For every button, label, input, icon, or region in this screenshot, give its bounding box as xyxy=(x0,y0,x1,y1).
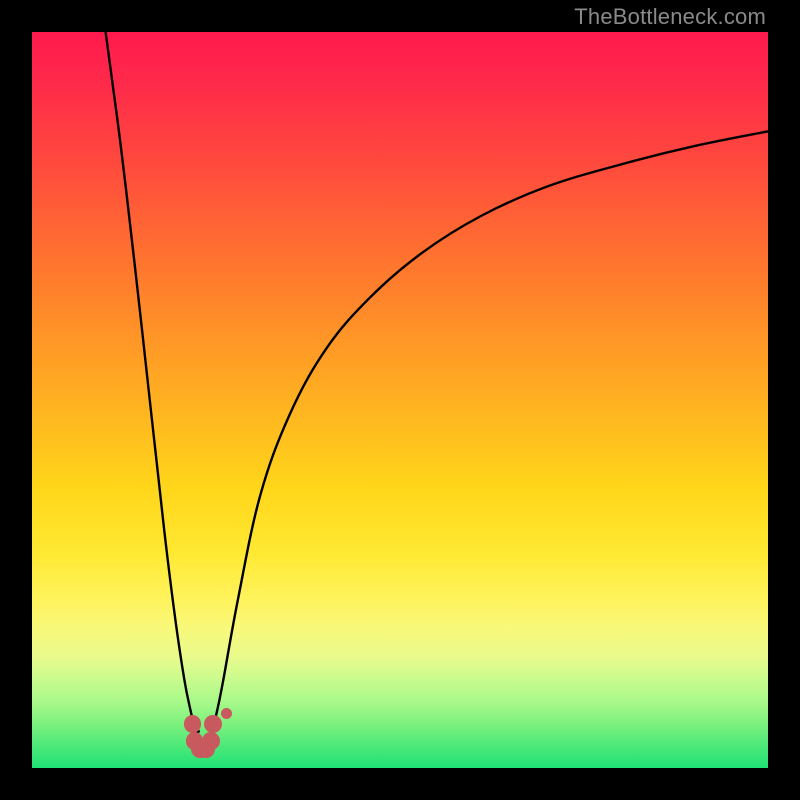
bottleneck-marker xyxy=(184,715,202,733)
bottleneck-marker xyxy=(221,708,232,719)
bottleneck-marker xyxy=(204,715,222,733)
chart-curves-svg xyxy=(32,32,768,768)
chart-plot-area xyxy=(32,32,768,768)
chart-outer-frame: TheBottleneck.com xyxy=(0,0,800,800)
curve-left-branch xyxy=(106,32,200,732)
bottleneck-marker xyxy=(202,732,220,750)
curve-right-branch xyxy=(211,131,768,731)
attribution-label: TheBottleneck.com xyxy=(574,4,766,30)
